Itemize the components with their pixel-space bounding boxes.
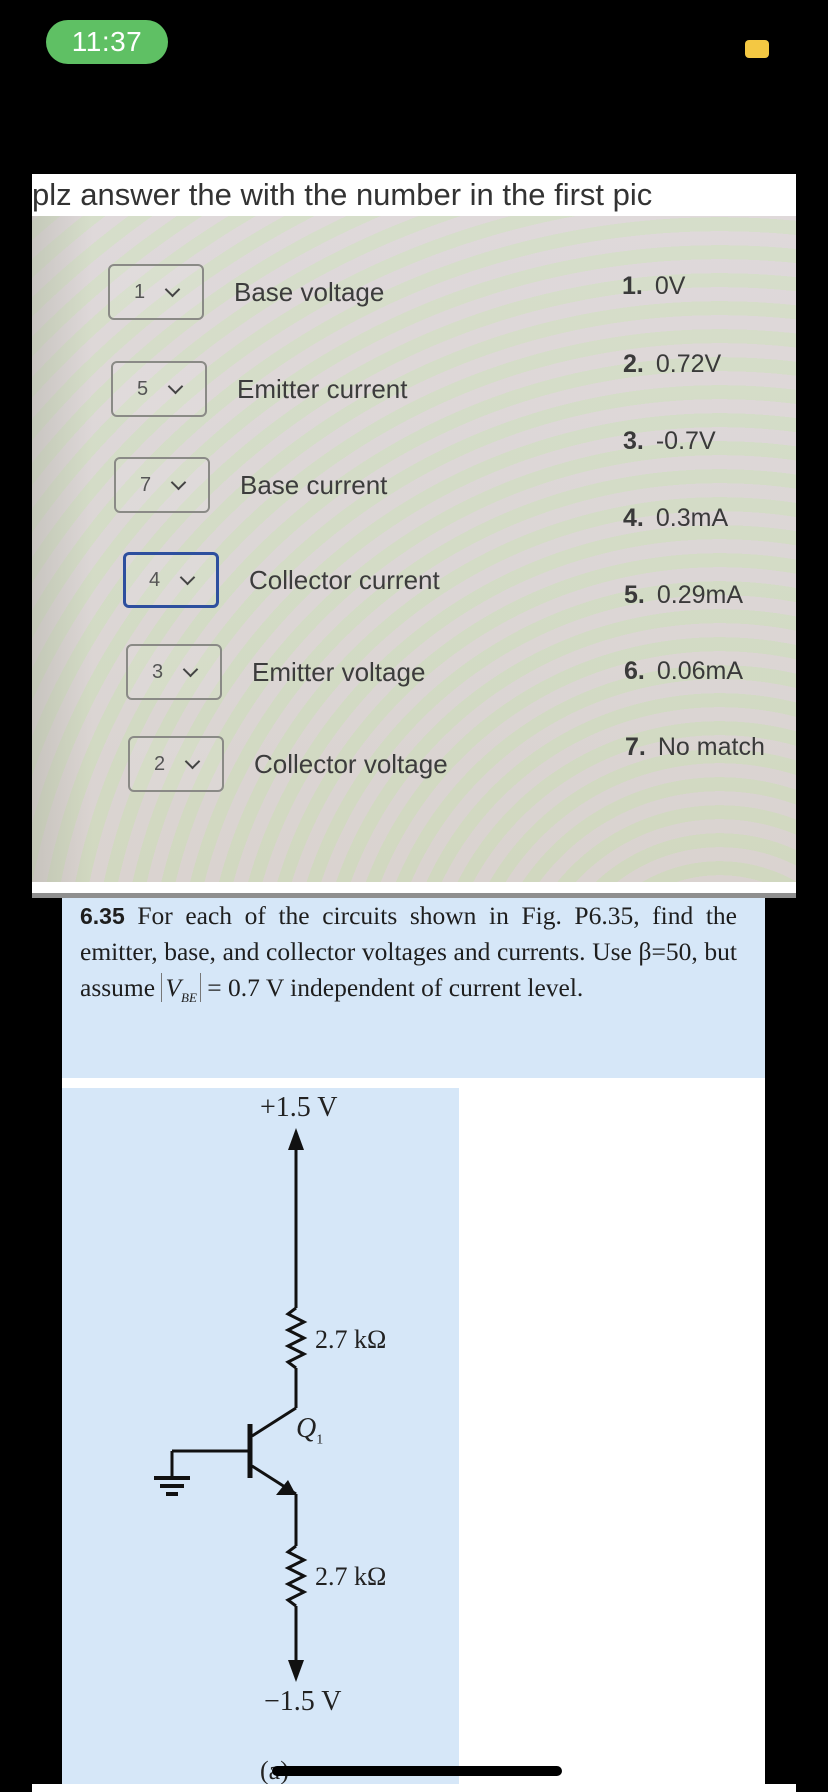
rc-label: 2.7 kΩ [315,1325,387,1354]
quiz-row-emitter-voltage: 3 Emitter voltage [126,644,425,700]
vbe-symbol: VBE [161,973,201,1006]
problem-body-end: = 0.7 V independent of current level. [200,973,584,1002]
arrow-up-icon [288,1128,304,1150]
arrow-down-icon [288,1660,304,1682]
option-number: 7. [625,733,646,761]
option-value: No match [657,733,765,761]
answer-dropdown[interactable]: 4 [123,552,219,608]
dropdown-value: 7 [139,473,152,496]
vbe-sub: BE [181,990,197,1006]
transistor-sub: 1 [316,1432,324,1448]
quiz-row-base-current: 7 Base current [114,457,387,513]
option-value: 0V [654,272,686,300]
chevron-down-icon [179,569,196,585]
circuit-diagram [154,1128,308,1682]
message-caption: plz answer the with the number in the fi… [32,174,796,216]
chevron-down-icon [167,378,184,394]
chevron-down-icon [184,753,201,769]
answer-dropdown[interactable]: 1 [108,264,204,320]
resistor-re [284,1544,308,1608]
option-value: 0.29mA [656,581,744,609]
transistor-name: Q [296,1413,317,1444]
answer-option: 4. 0.3mA [623,504,728,533]
option-value: 0.06mA [656,657,744,685]
option-number: 2. [623,350,644,378]
quiz-label: Collector voltage [254,748,448,779]
photo-shading [32,216,92,882]
dropdown-value: 5 [136,377,149,400]
vbe-v: V [165,973,182,1002]
supply-bottom-label: −1.5 V [264,1686,342,1717]
quiz-row-emitter-current: 5 Emitter current [111,361,408,417]
option-number: 4. [623,504,644,532]
answer-option: 3. -0.7V [623,427,716,456]
quiz-row-collector-current: 4 Collector current [123,552,440,608]
quiz-label: Base voltage [234,276,385,307]
option-number: 5. [624,581,645,609]
circuit-figure: +1.5 V 2.7 kΩ Q1 2.7 kΩ −1.5 V (a) [62,1088,459,1792]
status-indicator-icon [745,40,769,58]
dropdown-value: 4 [148,568,161,591]
problem-number: 6.35 [80,903,125,929]
answer-option: 2. 0.72V [623,350,721,379]
answer-option: 7. No match [625,733,765,762]
quiz-photo[interactable]: 1 Base voltage 5 Emitter current 7 Base … [32,216,796,882]
answer-option: 6. 0.06mA [624,657,743,686]
answer-dropdown[interactable]: 3 [126,644,222,700]
dropdown-value: 3 [151,660,164,683]
collector-lead [251,1406,297,1438]
chevron-down-icon [164,281,181,297]
chevron-down-icon [170,474,187,490]
problem-text: 6.35 For each of the circuits shown in F… [80,898,737,1016]
quiz-label: Collector current [249,564,440,595]
answer-dropdown[interactable]: 7 [114,457,210,513]
dropdown-value: 1 [133,280,146,303]
quiz-label: Emitter current [237,373,408,404]
transistor-label: Q1 [296,1413,323,1449]
home-indicator[interactable] [272,1766,562,1776]
supply-top-label: +1.5 V [260,1092,338,1123]
answer-option: 5. 0.29mA [624,581,743,610]
status-time: 11:37 [46,20,168,64]
option-value: -0.7V [655,427,716,455]
quiz-row-base-voltage: 1 Base voltage [108,264,384,320]
option-number: 6. [624,657,645,685]
quiz-label: Base current [240,469,388,500]
answer-dropdown[interactable]: 2 [128,736,224,792]
option-value: 0.72V [655,350,722,378]
option-number: 3. [623,427,644,455]
option-value: 0.3mA [655,504,729,532]
quiz-label: Emitter voltage [252,656,426,687]
textbook-problem: 6.35 For each of the circuits shown in F… [62,898,765,1078]
quiz-row-collector-voltage: 2 Collector voltage [128,736,448,792]
dropdown-value: 2 [153,752,166,775]
answer-dropdown[interactable]: 5 [111,361,207,417]
answer-option: 1. 0V [622,272,685,301]
re-label: 2.7 kΩ [315,1562,387,1591]
chevron-down-icon [182,661,199,677]
option-number: 1. [622,272,643,300]
resistor-rc [284,1306,308,1370]
bottom-border [32,1784,796,1792]
